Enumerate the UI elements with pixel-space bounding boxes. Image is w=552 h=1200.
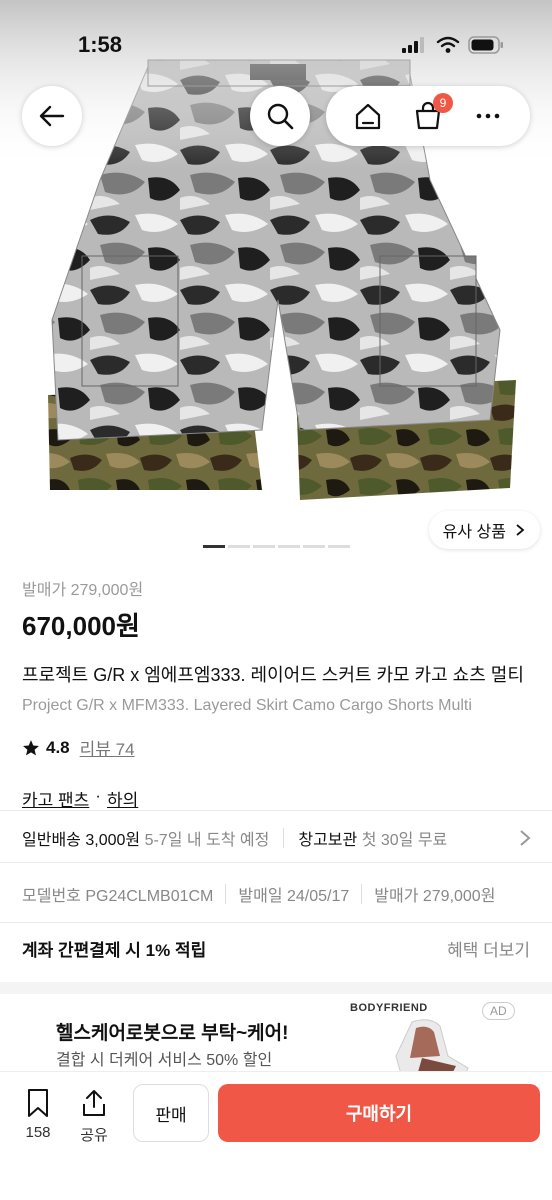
ad-headline: 헬스케어로봇으로 부탁~케어! xyxy=(56,1023,289,1044)
rating-row: 4.8 리뷰 74 xyxy=(22,735,552,760)
bookmark-icon xyxy=(28,1089,48,1117)
ad-subtext: 결합 시 더케어 서비스 50% 할인 xyxy=(56,1052,273,1069)
chevron-right-icon xyxy=(516,524,525,536)
divider xyxy=(225,884,227,904)
home-icon xyxy=(355,103,381,130)
divider xyxy=(0,922,552,923)
similar-products-label: 유사 상품 xyxy=(442,524,506,541)
header-actions: 9 xyxy=(326,86,530,146)
category-link[interactable]: 카고 팬츠 xyxy=(22,786,89,811)
carousel-dot xyxy=(328,545,350,548)
spec-row: 모델번호 PG24CLMB01CM 발매일 24/05/17 발매가 279,0… xyxy=(22,882,552,906)
buy-button[interactable]: 구매하기 xyxy=(218,1084,540,1142)
category-parent-link[interactable]: 하의 xyxy=(107,786,138,811)
bookmark-count: 158 xyxy=(25,1124,51,1141)
category-separator: · xyxy=(95,786,101,805)
back-button[interactable] xyxy=(22,86,82,146)
shipping-row[interactable]: 일반배송 3,000원 5-7일 내 도착 예정 창고보관 첫 30일 무료 xyxy=(22,826,552,850)
status-icons xyxy=(402,36,504,54)
product-title-ko: 프로젝트 G/R x 엠에프엠333. 레이어드 스커트 카모 카고 쇼츠 멀티 xyxy=(22,665,524,685)
cart-count-badge: 9 xyxy=(433,93,453,113)
release-date: 발매일 24/05/17 xyxy=(238,888,350,905)
ad-tag: AD xyxy=(482,1002,515,1020)
sell-button[interactable]: 판매 xyxy=(133,1084,209,1142)
search-icon xyxy=(267,103,294,130)
ad-brand: BODYFRIEND xyxy=(350,1002,428,1014)
chevron-right-icon xyxy=(520,830,531,846)
more-button[interactable] xyxy=(473,101,503,131)
release-price: 발매가 279,000원 xyxy=(374,888,496,905)
shipping-eta: 5-7일 내 도착 예정 xyxy=(144,832,270,849)
payment-promo-row: 계좌 간편결제 시 1% 적립 혜택 더보기 xyxy=(22,936,530,961)
bookmark-button[interactable]: 158 xyxy=(24,1088,52,1141)
bottom-action-bar: 158 공유 판매 구매하기 xyxy=(0,1072,552,1200)
home-button[interactable] xyxy=(353,101,383,131)
massage-chair-image xyxy=(395,1019,469,1074)
star-icon xyxy=(23,739,39,755)
benefits-more-link[interactable]: 혜택 더보기 xyxy=(447,936,530,961)
product-info: 발매가 279,000원 670,000원 프로젝트 G/R x 엠에프엠333… xyxy=(22,576,552,811)
divider xyxy=(0,810,552,811)
divider xyxy=(361,884,363,904)
category-breadcrumb: 카고 팬츠 · 하의 xyxy=(22,786,552,811)
share-icon xyxy=(83,1090,105,1116)
review-link[interactable]: 리뷰 74 xyxy=(80,735,135,760)
current-price: 670,000원 xyxy=(22,611,140,641)
payment-promo: 계좌 간편결제 시 1% 적립 xyxy=(22,941,207,960)
section-separator xyxy=(0,982,552,994)
shipping-fee: 3,000원 xyxy=(85,832,141,849)
share-label: 공유 xyxy=(80,1127,108,1144)
wifi-icon xyxy=(436,36,460,53)
signal-icon xyxy=(402,37,424,53)
similar-products-button[interactable]: 유사 상품 xyxy=(428,511,540,549)
divider xyxy=(0,862,552,863)
battery-icon xyxy=(468,36,503,54)
storage-label: 창고보관 xyxy=(298,832,358,849)
carousel-indicator xyxy=(203,545,350,548)
carousel-dot xyxy=(303,545,325,548)
cart-button[interactable]: 9 xyxy=(413,93,453,131)
storage-desc: 첫 30일 무료 xyxy=(361,832,448,849)
more-dots-icon xyxy=(476,113,500,119)
rating-score: 4.8 xyxy=(46,737,70,757)
shipping-label: 일반배송 xyxy=(22,832,81,849)
original-price: 발매가 279,000원 xyxy=(22,582,144,599)
carousel-dot xyxy=(253,545,275,548)
share-button[interactable]: 공유 xyxy=(80,1088,108,1145)
search-button[interactable] xyxy=(250,86,310,146)
carousel-dot xyxy=(203,545,225,548)
arrow-left-icon xyxy=(39,105,65,127)
divider xyxy=(283,828,285,848)
status-time: 1:58 xyxy=(78,32,123,57)
carousel-dot xyxy=(228,545,250,548)
model-number: 모델번호 PG24CLMB01CM xyxy=(22,888,214,905)
carousel-dot xyxy=(278,545,300,548)
ad-banner[interactable]: 헬스케어로봇으로 부탁~케어! 결합 시 더케어 서비스 50% 할인 BODY… xyxy=(0,994,552,1074)
product-title-en: Project G/R x MFM333. Layered Skirt Camo… xyxy=(22,697,472,714)
status-bar: 1:58 xyxy=(0,0,552,90)
